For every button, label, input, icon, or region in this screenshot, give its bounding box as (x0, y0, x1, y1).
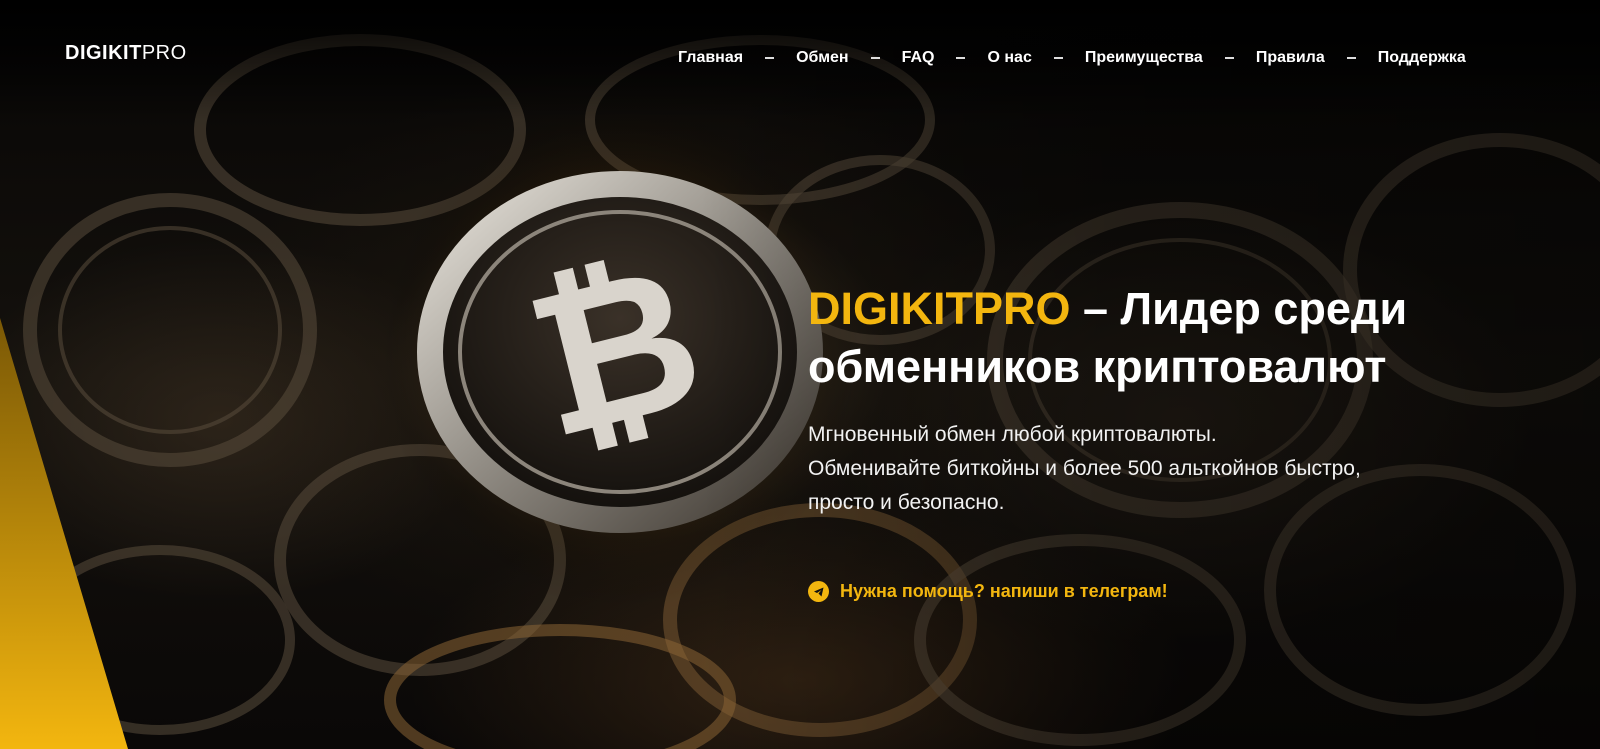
hero-title: DIGIKITPRO – Лидер среди обменников крип… (808, 280, 1548, 396)
hero-title-brand: DIGIKITPRO (808, 283, 1071, 334)
nav-separator (956, 57, 966, 59)
nav-separator (870, 57, 880, 59)
nav-item-home[interactable]: Главная (678, 49, 743, 67)
logo[interactable]: DIGIKITPRO (65, 42, 187, 65)
nav-separator (1346, 57, 1356, 59)
nav-separator (1053, 57, 1063, 59)
nav-item-rules[interactable]: Правила (1256, 49, 1325, 67)
logo-bold: DIGIKIT (65, 42, 142, 64)
hero-content: DIGIKITPRO – Лидер среди обменников крип… (808, 280, 1548, 520)
nav-item-advantages[interactable]: Преимущества (1085, 49, 1203, 67)
hero-subtitle: Мгновенный обмен любой криптовалюты. Обм… (808, 418, 1548, 520)
site-header: DIGIKITPRO Главная Обмен FAQ О нас Преим… (0, 0, 1600, 110)
telegram-icon (808, 581, 829, 602)
nav-item-faq[interactable]: FAQ (902, 49, 935, 67)
nav-item-exchange[interactable]: Обмен (796, 49, 849, 67)
nav-separator (1224, 57, 1234, 59)
nav-separator (765, 57, 775, 59)
hero-subtitle-line: просто и безопасно. (808, 491, 1005, 514)
telegram-help-link[interactable]: Нужна помощь? напиши в телеграм! (808, 581, 1168, 602)
telegram-help-label: Нужна помощь? напиши в телеграм! (840, 581, 1168, 601)
logo-light: PRO (141, 42, 187, 64)
nav-item-support[interactable]: Поддержка (1378, 49, 1466, 67)
main-nav: Главная Обмен FAQ О нас Преимущества Пра… (678, 49, 1466, 67)
hero-subtitle-line: Обменивайте биткойны и более 500 альткой… (808, 457, 1361, 480)
hero-subtitle-line: Мгновенный обмен любой криптовалюты. (808, 423, 1217, 446)
nav-item-about[interactable]: О нас (987, 49, 1031, 67)
